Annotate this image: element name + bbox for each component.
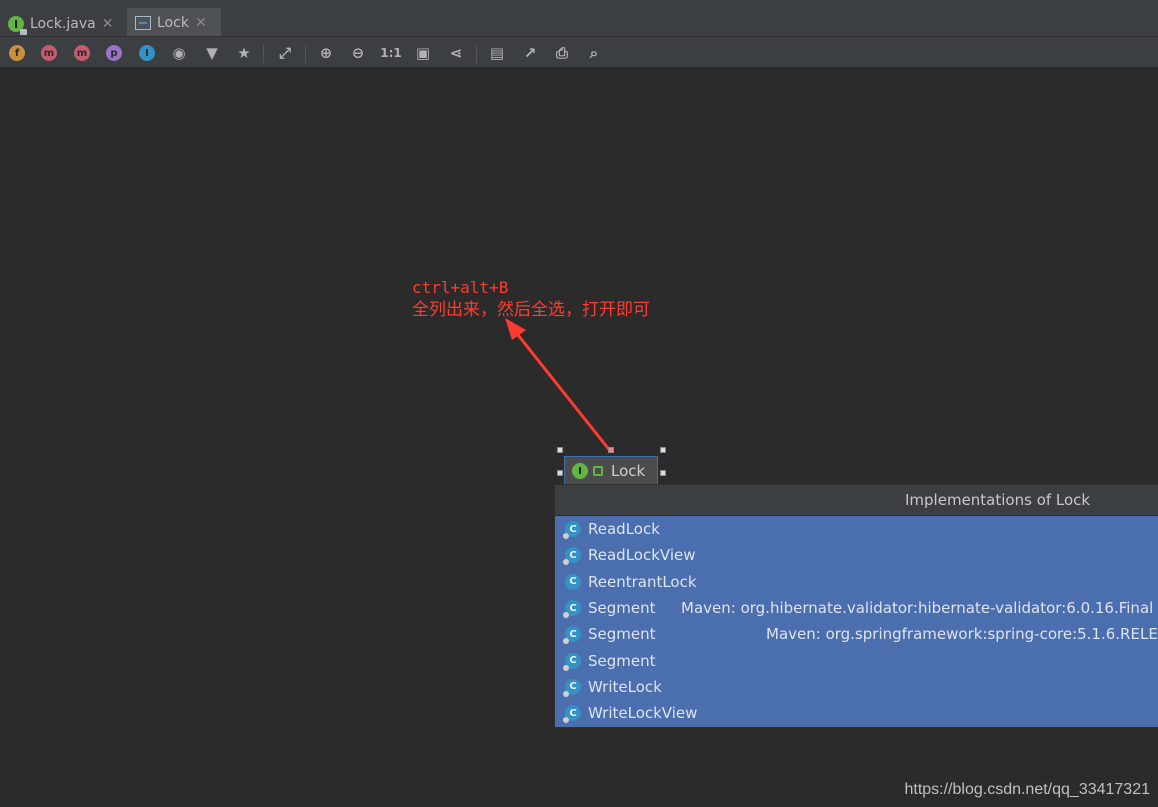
annotation-instruction: 全列出来，然后全选，打开即可 bbox=[412, 300, 650, 320]
list-item[interactable]: C Segment Maven: org.hibernate.validator… bbox=[555, 595, 1158, 621]
annotation-text: ctrl+alt+B 全列出来，然后全选，打开即可 bbox=[412, 276, 650, 322]
class-name: Segment bbox=[588, 651, 656, 670]
class-icon: C bbox=[563, 600, 581, 619]
list-item[interactable]: C Segment Maven: org.springframework:spr… bbox=[555, 621, 1158, 647]
class-icon: C bbox=[563, 705, 581, 724]
diagram-node-lock[interactable]: I Lock bbox=[564, 456, 658, 486]
node-label: Lock bbox=[611, 462, 646, 480]
class-name: Segment bbox=[588, 625, 656, 644]
class-icon: C bbox=[563, 626, 581, 645]
class-icon: C bbox=[563, 547, 581, 566]
resize-handle[interactable] bbox=[660, 470, 666, 476]
list-item[interactable]: C Segment bbox=[555, 647, 1158, 673]
implementations-popup: Implementations of Lock C ReadLock C Rea… bbox=[554, 484, 1158, 728]
class-name: ReadLock bbox=[588, 520, 660, 539]
popup-title: Implementations of Lock bbox=[555, 485, 1158, 516]
annotation-shortcut: ctrl+alt+B bbox=[412, 278, 509, 297]
interface-icon: I bbox=[572, 463, 588, 479]
class-name: ReentrantLock bbox=[588, 572, 697, 591]
list-item[interactable]: C ReentrantLock bbox=[555, 569, 1158, 595]
class-name: ReadLockView bbox=[588, 546, 696, 565]
class-icon: C bbox=[563, 678, 581, 697]
class-icon: C bbox=[565, 573, 581, 590]
list-item[interactable]: C WriteLock bbox=[555, 674, 1158, 700]
class-name: WriteLock bbox=[588, 677, 662, 696]
class-icon: C bbox=[563, 521, 581, 540]
library-label: Maven: org.springframework:spring-core:5… bbox=[766, 625, 1158, 644]
class-icon: C bbox=[563, 652, 581, 671]
resize-handle[interactable] bbox=[608, 447, 614, 453]
watermark-text: https://blog.csdn.net/qq_33417321 bbox=[904, 781, 1150, 798]
library-label: Maven: org.hibernate.validator:hibernate… bbox=[681, 599, 1158, 618]
resize-handle[interactable] bbox=[557, 470, 563, 476]
resize-handle[interactable] bbox=[660, 447, 666, 453]
resize-handle[interactable] bbox=[557, 447, 563, 453]
list-item[interactable]: C WriteLockView bbox=[555, 700, 1158, 726]
class-name: Segment bbox=[588, 599, 656, 618]
list-item[interactable]: C ReadLock bbox=[555, 516, 1158, 542]
unlock-icon bbox=[593, 466, 603, 476]
list-item[interactable]: C ReadLockView bbox=[555, 542, 1158, 568]
class-name: WriteLockView bbox=[588, 704, 698, 723]
